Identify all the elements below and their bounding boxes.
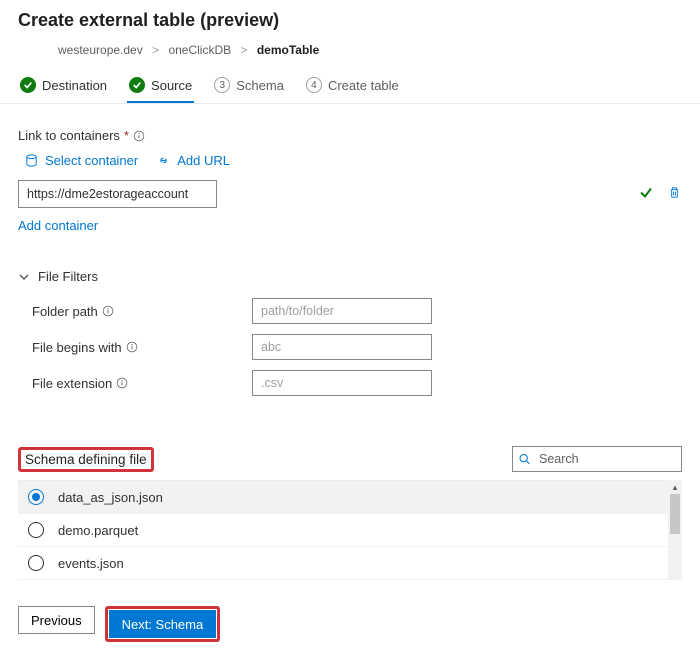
info-icon[interactable]	[133, 130, 145, 142]
breadcrumb: westeurope.dev > oneClickDB > demoTable	[18, 39, 682, 67]
chevron-down-icon	[18, 271, 30, 283]
info-icon[interactable]	[116, 377, 128, 389]
file-begins-with-input[interactable]	[252, 334, 432, 360]
file-extension-label: File extension	[32, 376, 252, 391]
info-icon[interactable]	[102, 305, 114, 317]
database-icon	[24, 153, 39, 168]
schema-file-row[interactable]: events.json	[18, 547, 682, 580]
file-name: demo.parquet	[58, 523, 138, 538]
page-title: Create external table (preview)	[18, 10, 682, 31]
wizard-step-source[interactable]: Source	[127, 73, 194, 103]
add-url-button[interactable]: Add URL	[156, 153, 230, 168]
add-container-link[interactable]: Add container	[18, 218, 98, 233]
wizard-step-label: Source	[151, 78, 192, 93]
radio-unselected[interactable]	[28, 555, 44, 571]
wizard-step-label: Schema	[236, 78, 284, 93]
folder-path-input[interactable]	[252, 298, 432, 324]
file-name: events.json	[58, 556, 124, 571]
scrollbar[interactable]: ▲	[668, 480, 682, 580]
check-icon	[20, 77, 36, 93]
required-star: *	[124, 128, 129, 143]
radio-selected[interactable]	[28, 489, 44, 505]
schema-defining-file-title: Schema defining file	[18, 447, 154, 472]
folder-path-label: Folder path	[32, 304, 252, 319]
scroll-up-arrow[interactable]: ▲	[668, 480, 682, 494]
scroll-thumb[interactable]	[670, 494, 680, 534]
select-container-button[interactable]: Select container	[24, 153, 138, 168]
wizard-step-label: Create table	[328, 78, 399, 93]
file-filters-toggle[interactable]: File Filters	[18, 265, 682, 288]
valid-check-icon	[639, 186, 653, 203]
file-name: data_as_json.json	[58, 490, 163, 505]
wizard-steps: Destination Source 3 Schema 4 Create tab…	[0, 67, 700, 104]
search-icon	[518, 453, 531, 466]
schema-file-row[interactable]: data_as_json.json	[18, 481, 682, 514]
radio-unselected[interactable]	[28, 522, 44, 538]
breadcrumb-item-current: demoTable	[257, 43, 319, 57]
container-url-input[interactable]	[18, 180, 217, 208]
wizard-step-label: Destination	[42, 78, 107, 93]
schema-file-row[interactable]: demo.parquet	[18, 514, 682, 547]
link-icon	[156, 153, 171, 168]
check-icon	[129, 77, 145, 93]
file-extension-input[interactable]	[252, 370, 432, 396]
wizard-step-destination[interactable]: Destination	[18, 73, 109, 103]
schema-file-list: data_as_json.json demo.parquet events.js…	[18, 480, 682, 580]
breadcrumb-item[interactable]: oneClickDB	[168, 43, 231, 57]
next-schema-button[interactable]: Next: Schema	[109, 610, 217, 638]
breadcrumb-item[interactable]: westeurope.dev	[58, 43, 143, 57]
breadcrumb-sep: >	[240, 43, 247, 57]
step-number-icon: 3	[214, 77, 230, 93]
breadcrumb-sep: >	[152, 43, 159, 57]
info-icon[interactable]	[126, 341, 138, 353]
step-number-icon: 4	[306, 77, 322, 93]
containers-section-label: Link to containers *	[18, 128, 682, 143]
previous-button[interactable]: Previous	[18, 606, 95, 634]
schema-search-input[interactable]	[512, 446, 682, 472]
wizard-step-schema[interactable]: 3 Schema	[212, 73, 286, 103]
wizard-step-create-table[interactable]: 4 Create table	[304, 73, 401, 103]
file-begins-with-label: File begins with	[32, 340, 252, 355]
delete-icon[interactable]	[667, 185, 682, 203]
